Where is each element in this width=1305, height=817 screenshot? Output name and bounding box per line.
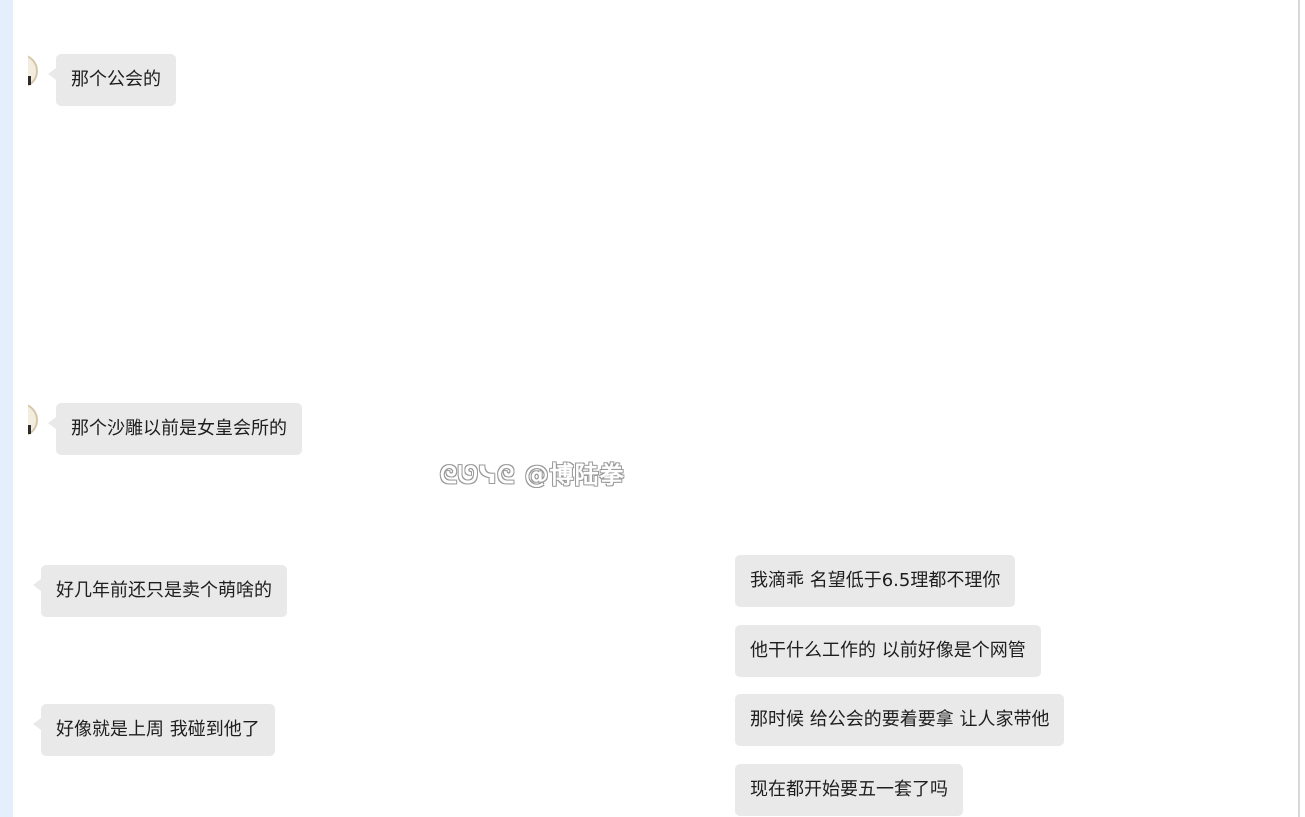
window-right-edge xyxy=(1298,0,1300,817)
weibo-watermark: ᘓᘎᓭᘓ @博陆拳 xyxy=(440,461,625,489)
chat-screenshot: 那个公会的 那个沙雕以前是女皇会所的 好几年前还只是卖个萌啥的 好像就是上周 我… xyxy=(0,0,1305,817)
message-bubble-left[interactable]: 那个沙雕以前是女皇会所的 xyxy=(48,403,302,455)
message-bubble-right[interactable]: 他干什么工作的 以前好像是个网管 xyxy=(735,625,1041,677)
sender-avatar[interactable] xyxy=(28,54,40,88)
window-left-edge xyxy=(0,0,13,817)
message-bubble-right[interactable]: 现在都开始要五一套了吗 xyxy=(735,764,963,816)
avatar-detail xyxy=(28,425,31,434)
message-bubble-left[interactable]: 那个公会的 xyxy=(48,54,176,106)
message-bubble-right[interactable]: 那时候 给公会的要着要拿 让人家带他 xyxy=(735,694,1065,746)
sender-avatar[interactable] xyxy=(28,403,40,437)
message-bubble-left[interactable]: 好几年前还只是卖个萌啥的 xyxy=(33,565,287,617)
avatar-detail xyxy=(28,76,31,85)
message-bubble-right[interactable]: 我滴乖 名望低于6.5理都不理你 xyxy=(735,555,1016,607)
message-bubble-left[interactable]: 好像就是上周 我碰到他了 xyxy=(33,704,275,756)
